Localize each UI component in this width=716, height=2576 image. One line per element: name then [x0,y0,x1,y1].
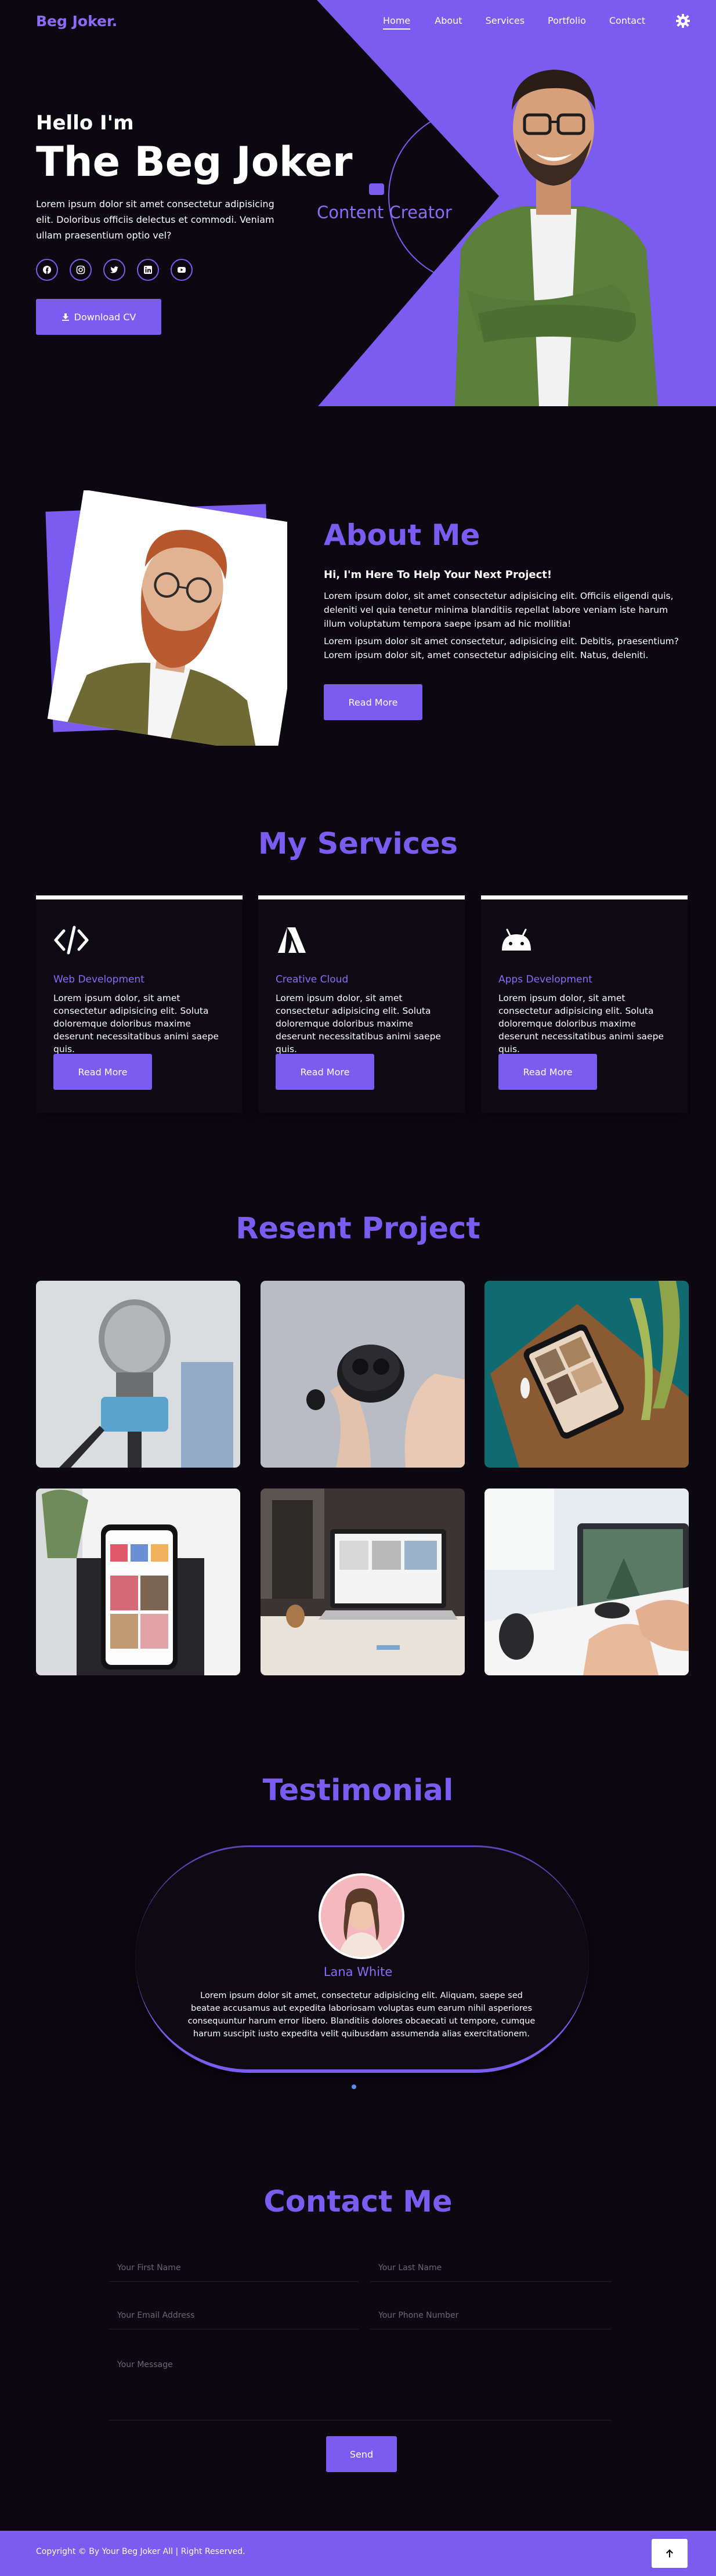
youtube-icon[interactable] [171,259,193,281]
social-links [36,259,193,281]
testimonial-text: Lorem ipsum dolor sit amet, consectetur … [187,1991,536,2039]
hero-name: The Beg Joker [36,138,353,186]
site-logo[interactable]: Beg Joker. [36,13,117,30]
hero-description: Lorem ipsum dolor sit amet consectetur a… [36,198,274,241]
nav-home[interactable]: Home [383,15,411,30]
nav-contact[interactable]: Contact [609,15,645,30]
service-description: Lorem ipsum dolor, sit amet consectetur … [53,993,219,1054]
contact-title: Contact Me [263,2185,453,2219]
first-name-field[interactable] [109,2254,359,2282]
service-read-more-button[interactable]: Read More [276,1054,374,1090]
services-title: My Services [258,827,458,861]
arrow-up-icon [666,2549,673,2557]
scroll-top-button[interactable] [652,2539,688,2568]
project-card-gaming[interactable] [484,1488,689,1675]
service-title: Apps Development [498,974,592,985]
hero-portrait [455,70,658,406]
nav-services[interactable]: Services [486,15,525,30]
about-subtitle: Hi, I'm Here To Help Your Next Project! [324,569,552,581]
testimonial-name: Lana White [323,1965,393,1979]
footer: Copyright © By Your Beg Joker All | Righ… [0,2531,716,2576]
play-badge-icon [369,183,384,195]
project-card-earbuds[interactable] [261,1281,465,1468]
message-field[interactable] [109,2352,612,2420]
carousel-dot[interactable] [352,2084,356,2089]
service-description: Lorem ipsum dolor, sit amet consectetur … [498,993,664,1054]
about-title: About Me [324,518,480,552]
gear-icon[interactable] [675,13,690,28]
about-paragraph-1: Lorem ipsum dolor, sit amet consectetur … [324,591,674,629]
email-field[interactable] [109,2302,359,2329]
project-card-laptop-desk[interactable] [261,1488,465,1675]
about-read-more-button[interactable]: Read More [324,684,422,720]
service-read-more-button[interactable]: Read More [498,1054,597,1090]
send-button[interactable]: Send [326,2436,397,2472]
project-card-phone-stand[interactable] [36,1488,240,1675]
navbar: Beg Joker. Home About Services Portfolio… [0,0,716,42]
service-card-creative: Creative Cloud Lorem ipsum dolor, sit am… [258,895,465,1113]
avatar [319,1873,404,1959]
phone-field[interactable] [370,2302,612,2329]
download-cv-label: Download CV [74,311,136,323]
service-title: Web Development [53,974,144,985]
nav-about[interactable]: About [435,15,462,30]
hero-section: Content Creator Beg Joker. Home About Se… [0,0,716,406]
about-portrait [45,490,287,746]
service-card-web: Web Development Lorem ipsum dolor, sit a… [36,895,243,1113]
copyright-text: Copyright © By Your Beg Joker All | Righ… [36,2547,245,2556]
linkedin-icon[interactable] [137,259,159,281]
about-paragraph-2: Lorem ipsum dolor sit amet consectetur, … [324,636,679,660]
code-icon [54,926,89,955]
download-icon [62,313,69,321]
download-cv-button[interactable]: Download CV [36,299,161,335]
hero-greeting: Hello I'm [36,111,134,135]
adobe-icon [278,927,306,953]
service-description: Lorem ipsum dolor, sit amet consectetur … [276,993,441,1054]
android-icon [502,928,531,951]
service-title: Creative Cloud [276,974,349,985]
service-read-more-button[interactable]: Read More [53,1054,152,1090]
project-card-phone-table[interactable] [484,1281,689,1468]
service-card-apps: Apps Development Lorem ipsum dolor, sit … [481,895,688,1113]
twitter-icon[interactable] [103,259,125,281]
instagram-icon[interactable] [70,259,92,281]
hero-role: Content Creator [317,203,452,222]
project-card-microphone[interactable] [36,1281,240,1468]
last-name-field[interactable] [370,2254,612,2282]
projects-title: Resent Project [236,1212,480,1246]
facebook-icon[interactable] [36,259,58,281]
nav-portfolio[interactable]: Portfolio [548,15,586,30]
nav-links: Home About Services Portfolio Contact [371,15,645,30]
testimonial-title: Testimonial [262,1773,454,1808]
